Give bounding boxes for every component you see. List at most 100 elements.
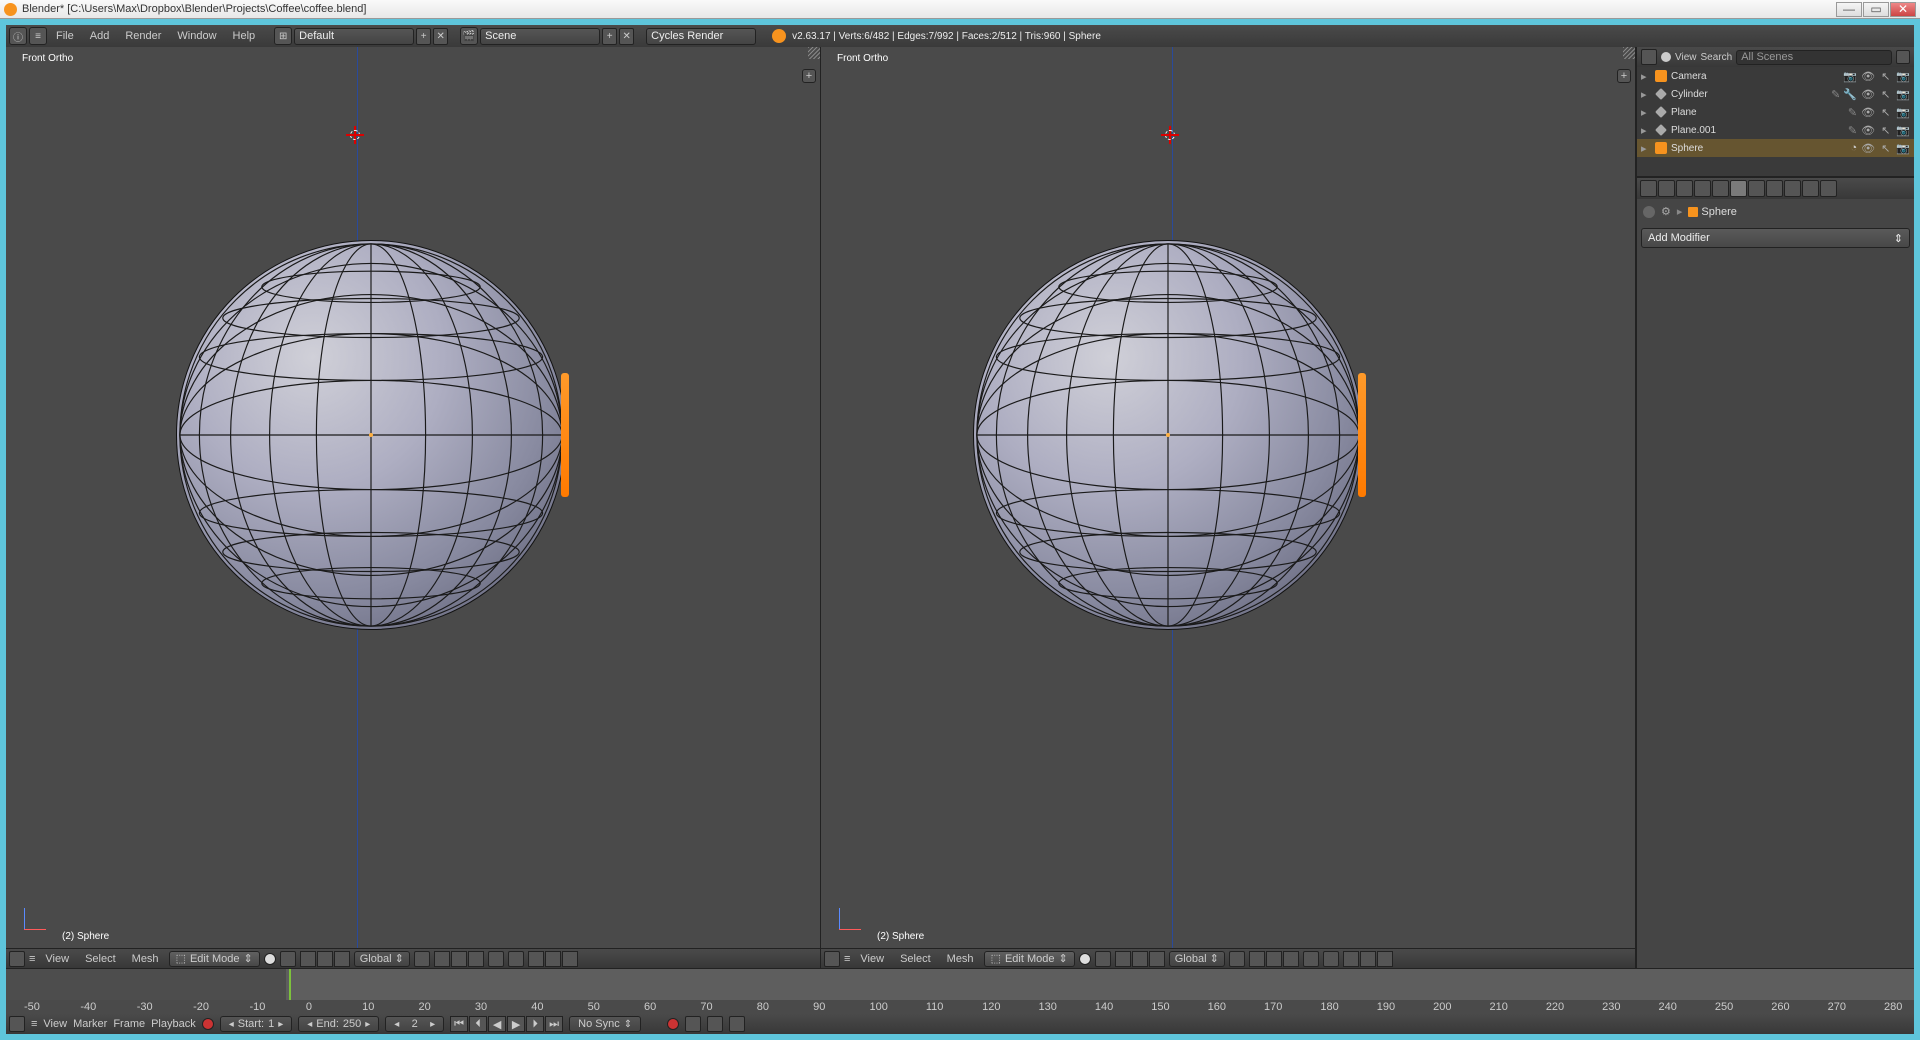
- play-button[interactable]: ▶: [507, 1016, 525, 1032]
- expand-icon[interactable]: ▸: [1641, 142, 1651, 155]
- scene-icon[interactable]: 🎬: [460, 27, 478, 45]
- transform-orient-dropdown[interactable]: Global ⇕: [354, 951, 410, 967]
- eye-icon[interactable]: 👁: [1861, 124, 1875, 137]
- keying-set-icon[interactable]: [685, 1016, 701, 1032]
- timeline-cursor[interactable]: [289, 969, 291, 1000]
- outliner-filter-dropdown[interactable]: All Scenes: [1736, 50, 1892, 65]
- outliner-row-plane001[interactable]: ▸ Plane.001 ✎ 👁↖📷: [1637, 121, 1914, 139]
- render-icon[interactable]: 📷: [1896, 88, 1910, 101]
- end-frame-input[interactable]: ◂ End: 250 ▸: [298, 1016, 379, 1032]
- outliner-type-icon[interactable]: [1641, 49, 1657, 65]
- render-icon[interactable]: 📷: [1896, 106, 1910, 119]
- cursor-icon[interactable]: ↖: [1881, 70, 1890, 83]
- layers-button-2[interactable]: [1229, 951, 1245, 967]
- pin-icon[interactable]: [1643, 206, 1655, 218]
- menu-select-2[interactable]: Select: [894, 952, 937, 966]
- eye-icon[interactable]: 👁: [1861, 70, 1875, 83]
- expand-icon[interactable]: ▸: [1641, 106, 1651, 119]
- add-modifier-dropdown[interactable]: Add Modifier ⇕: [1641, 228, 1910, 248]
- editor-type-icon[interactable]: ⓘ: [9, 27, 27, 45]
- transform-orient-dropdown-2[interactable]: Global ⇕: [1169, 951, 1225, 967]
- render-icon[interactable]: 📷: [1896, 70, 1910, 83]
- timeline-ruler[interactable]: -50-40-30-20-100102030405060708090100110…: [6, 1000, 1914, 1014]
- start-frame-input[interactable]: ◂ Start: 1 ▸: [220, 1016, 292, 1032]
- viewport-left[interactable]: Front Ortho +: [6, 47, 820, 948]
- outliner-row-camera[interactable]: ▸ Camera 📷 👁↖📷: [1637, 67, 1914, 85]
- tl-menu-frame[interactable]: Frame: [113, 1018, 145, 1030]
- manipulator-buttons-2[interactable]: [1115, 951, 1165, 967]
- tab-particles[interactable]: [1802, 180, 1819, 197]
- render-preview-buttons[interactable]: [528, 951, 578, 967]
- tab-texture[interactable]: [1784, 180, 1801, 197]
- layout-add-button[interactable]: +: [416, 28, 431, 45]
- menu-mesh[interactable]: Mesh: [126, 952, 165, 966]
- close-button[interactable]: ✕: [1890, 2, 1916, 17]
- layout-remove-button[interactable]: ✕: [433, 28, 448, 45]
- outliner-view[interactable]: View: [1675, 52, 1697, 63]
- cursor-icon[interactable]: ↖: [1881, 88, 1890, 101]
- outliner-dot-icon[interactable]: [1661, 52, 1671, 62]
- outliner-search-label[interactable]: Search: [1701, 52, 1733, 63]
- shading-icon-2[interactable]: [1079, 953, 1091, 965]
- jump-start-button[interactable]: ⏮: [450, 1016, 468, 1032]
- panel-toggle-plus[interactable]: +: [802, 69, 816, 83]
- menu-select[interactable]: Select: [79, 952, 122, 966]
- timeline-type-icon[interactable]: [9, 1016, 25, 1032]
- eye-icon[interactable]: 👁: [1861, 106, 1875, 119]
- expand-icon[interactable]: ▸: [1641, 70, 1651, 83]
- auto-key-icon[interactable]: [667, 1018, 679, 1030]
- sync-dropdown[interactable]: No Sync ⇕: [569, 1016, 641, 1032]
- cursor-icon[interactable]: ↖: [1881, 124, 1890, 137]
- timeline-tracks[interactable]: [6, 969, 1914, 1000]
- snap-icon[interactable]: [508, 951, 524, 967]
- maximize-button[interactable]: ▭: [1863, 2, 1889, 17]
- eye-icon[interactable]: 👁: [1861, 88, 1875, 101]
- filter-icon[interactable]: [1896, 50, 1910, 64]
- selection-mode-buttons-2[interactable]: [1249, 951, 1299, 967]
- manipulator-buttons[interactable]: [300, 951, 350, 967]
- outliner-row-plane[interactable]: ▸ Plane ✎ 👁↖📷: [1637, 103, 1914, 121]
- current-frame-input[interactable]: ◂ 2 ▸: [385, 1016, 444, 1032]
- minimize-button[interactable]: —: [1836, 2, 1862, 17]
- menu-view[interactable]: View: [39, 952, 75, 966]
- tl-menu-view[interactable]: View: [43, 1018, 67, 1030]
- tl-menus-icon[interactable]: ≡: [31, 1018, 37, 1030]
- menu-add[interactable]: Add: [83, 28, 117, 44]
- outliner[interactable]: ▸ Camera 📷 👁↖📷 ▸ Cylinder ✎ 🔧 👁↖📷 ▸: [1637, 67, 1914, 177]
- mode-dropdown-2[interactable]: ⬚ Edit Mode ⇕: [984, 951, 1075, 967]
- menu-window[interactable]: Window: [170, 28, 223, 44]
- outliner-row-cylinder[interactable]: ▸ Cylinder ✎ 🔧 👁↖📷: [1637, 85, 1914, 103]
- editor-type-3dview-icon[interactable]: [9, 951, 25, 967]
- shading-icon[interactable]: [264, 953, 276, 965]
- pivot-icon[interactable]: [280, 951, 296, 967]
- viewport-right[interactable]: Front Ortho +: [821, 47, 1635, 948]
- tab-world[interactable]: [1676, 180, 1693, 197]
- snap-icon-2[interactable]: [1323, 951, 1339, 967]
- key-insert-icon[interactable]: [707, 1016, 723, 1032]
- render-engine-dropdown[interactable]: Cycles Render: [646, 28, 756, 45]
- tab-material[interactable]: [1766, 180, 1783, 197]
- tl-menu-marker[interactable]: Marker: [73, 1018, 107, 1030]
- scene-remove-button[interactable]: ✕: [619, 28, 634, 45]
- render-preview-buttons-2[interactable]: [1343, 951, 1393, 967]
- scene-dropdown[interactable]: Scene: [480, 28, 600, 45]
- menu-file[interactable]: File: [49, 28, 81, 44]
- tab-modifiers[interactable]: [1730, 180, 1747, 197]
- menu-render[interactable]: Render: [118, 28, 168, 44]
- play-reverse-button[interactable]: ◀: [488, 1016, 506, 1032]
- tab-object[interactable]: [1694, 180, 1711, 197]
- scene-add-button[interactable]: +: [602, 28, 617, 45]
- outliner-row-sphere[interactable]: ▸ Sphere ◔ 👁↖📷: [1637, 139, 1914, 157]
- tab-data[interactable]: [1748, 180, 1765, 197]
- cursor-icon[interactable]: ↖: [1881, 142, 1890, 155]
- menus-collapse-icon-2[interactable]: ≡: [844, 953, 850, 965]
- expand-icon[interactable]: ▸: [1641, 88, 1651, 101]
- cursor-icon[interactable]: ↖: [1881, 106, 1890, 119]
- tab-physics[interactable]: [1820, 180, 1837, 197]
- record-icon[interactable]: [202, 1018, 214, 1030]
- breadcrumb-object[interactable]: Sphere: [1688, 206, 1736, 218]
- tab-constraints[interactable]: [1712, 180, 1729, 197]
- tab-scene[interactable]: [1658, 180, 1675, 197]
- area-split-corner-2[interactable]: [1623, 47, 1635, 59]
- render-icon[interactable]: 📷: [1896, 124, 1910, 137]
